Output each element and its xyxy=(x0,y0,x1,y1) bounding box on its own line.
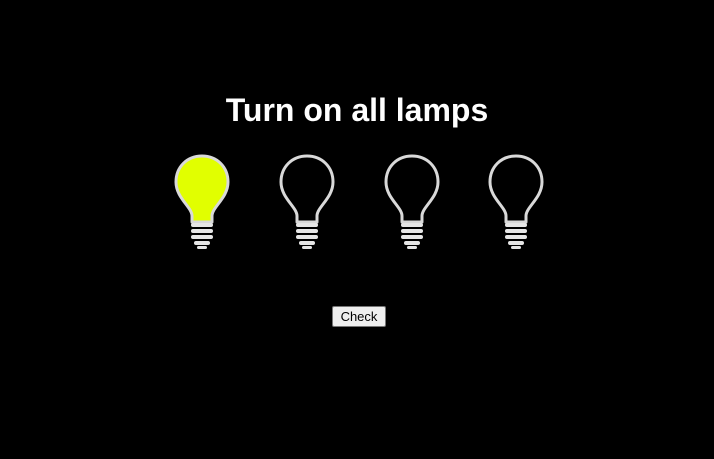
bulb-base-ring xyxy=(505,223,527,227)
bulb-glass xyxy=(174,154,230,224)
bulb-base-ring xyxy=(404,241,420,245)
check-button[interactable]: Check xyxy=(332,306,386,327)
bulb-base-ring xyxy=(505,229,527,233)
bulb-base-ring xyxy=(296,229,318,233)
bulb-base-ring xyxy=(191,229,213,233)
bulb-tip xyxy=(407,246,417,249)
light-bulb-icon xyxy=(174,154,230,249)
lamp-3[interactable] xyxy=(380,153,444,253)
bulb-tip xyxy=(302,246,312,249)
page-title: Turn on all lamps xyxy=(225,92,489,128)
bulb-base-ring xyxy=(296,235,318,239)
bulb-glass xyxy=(488,154,544,224)
bulb-base-ring xyxy=(401,229,423,233)
bulb-base-ring xyxy=(296,223,318,227)
lamp-4[interactable] xyxy=(484,153,548,253)
bulb-base-ring xyxy=(191,235,213,239)
bulb-glass xyxy=(279,154,335,224)
bulb-base-ring xyxy=(401,223,423,227)
lamp-1[interactable] xyxy=(170,153,234,253)
light-bulb-icon xyxy=(384,154,440,249)
bulb-base-ring xyxy=(505,235,527,239)
lamp-row xyxy=(0,0,714,459)
bulb-tip xyxy=(197,246,207,249)
lamp-2[interactable] xyxy=(275,153,339,253)
bulb-tip xyxy=(511,246,521,249)
bulb-base-ring xyxy=(299,241,315,245)
bulb-base-ring xyxy=(191,223,213,227)
light-bulb-icon xyxy=(488,154,544,249)
bulb-glass xyxy=(384,154,440,224)
bulb-base-ring xyxy=(401,235,423,239)
bulb-base-ring xyxy=(508,241,524,245)
light-bulb-icon xyxy=(279,154,335,249)
bulb-base-ring xyxy=(194,241,210,245)
